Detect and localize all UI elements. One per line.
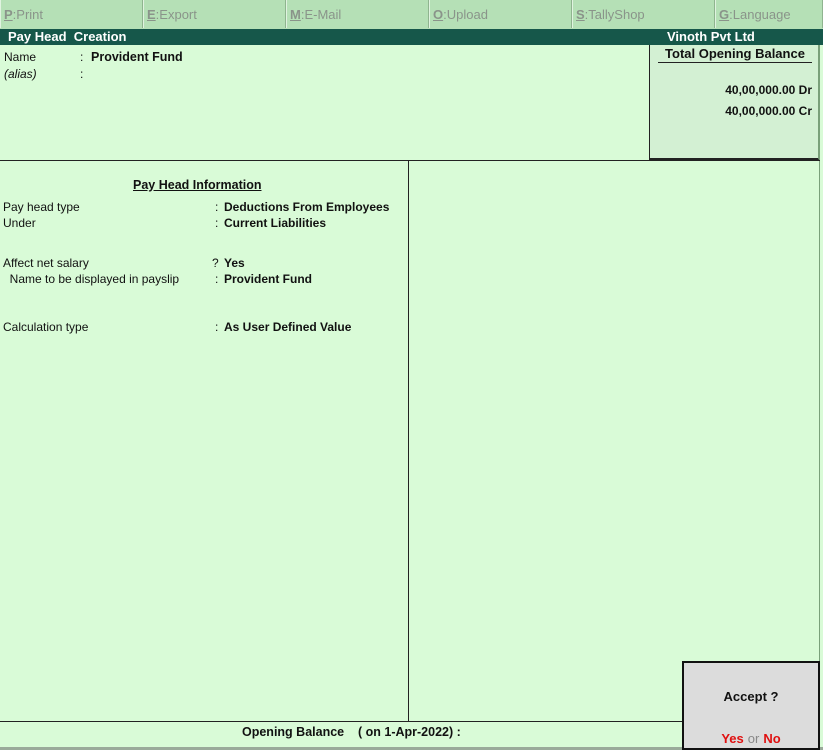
under-label: Under: [3, 216, 36, 230]
header-divider: [0, 160, 820, 161]
language-button[interactable]: G:Language: [715, 0, 823, 28]
tallyshop-button[interactable]: S:TallyShop: [572, 0, 715, 28]
pay-head-type-label: Pay head type: [3, 200, 80, 214]
accept-or-text: or: [747, 731, 760, 746]
calculation-type-separator: :: [215, 320, 219, 334]
accept-no-button[interactable]: No: [763, 731, 780, 746]
language-key: G: [719, 7, 730, 22]
company-name: Vinoth Pvt Ltd: [667, 29, 755, 44]
email-label: E-Mail: [304, 7, 342, 22]
screen-title: Pay Head Creation: [8, 29, 127, 44]
affect-net-salary-label: Affect net salary: [3, 256, 89, 270]
name-label: Name: [4, 50, 37, 64]
tallyshop-key: S: [576, 7, 585, 22]
email-button[interactable]: M:E-Mail: [286, 0, 429, 28]
accept-question: Accept ?: [723, 689, 779, 704]
language-label: Language: [732, 7, 791, 22]
total-opening-balance-panel: Total Opening Balance 40,00,000.00 Dr 40…: [649, 45, 819, 160]
upload-button[interactable]: O:Upload: [429, 0, 572, 28]
affect-net-salary-field[interactable]: Yes: [224, 256, 245, 270]
accept-dialog: Accept ? Yes or No: [682, 661, 820, 750]
under-separator: :: [215, 216, 219, 230]
upload-label: Upload: [446, 7, 488, 22]
right-edge-border: [819, 45, 820, 661]
alias-field[interactable]: [91, 67, 291, 81]
payslip-name-label: Name to be displayed in payslip: [3, 272, 180, 286]
accept-options: Yes or No: [684, 731, 818, 746]
under-field[interactable]: Current Liabilities: [224, 216, 326, 230]
payslip-name-field[interactable]: Provident Fund: [224, 272, 312, 286]
name-field[interactable]: Provident Fund: [91, 50, 183, 64]
total-debit-amount: 40,00,000.00 Dr: [725, 83, 812, 97]
upload-key: O: [433, 7, 444, 22]
export-key: E: [147, 7, 156, 22]
affect-net-salary-separator: ?: [212, 256, 219, 270]
total-opening-balance-title: Total Opening Balance: [658, 46, 812, 63]
name-separator: :: [80, 50, 84, 64]
alias-separator: :: [80, 67, 84, 81]
top-toolbar: P:Print E:Export M:E-Mail O:Upload S:Tal…: [0, 0, 823, 30]
export-button[interactable]: E:Export: [143, 0, 286, 28]
tallyshop-label: TallyShop: [588, 7, 645, 22]
alias-label: (alias): [4, 67, 37, 81]
pay-head-type-separator: :: [215, 200, 219, 214]
print-label: Print: [16, 7, 44, 22]
calculation-type-label: Calculation type: [3, 320, 89, 334]
accept-yes-button[interactable]: Yes: [721, 731, 743, 746]
pay-head-info-title: Pay Head Information: [133, 178, 262, 192]
export-label: Export: [159, 7, 197, 22]
print-button[interactable]: P:Print: [0, 0, 143, 28]
total-credit-amount: 40,00,000.00 Cr: [725, 104, 812, 118]
title-bar: Pay Head Creation Vinoth Pvt Ltd: [0, 29, 823, 45]
calculation-type-field[interactable]: As User Defined Value: [224, 320, 351, 334]
pay-head-type-field[interactable]: Deductions From Employees: [224, 200, 389, 214]
email-key: M: [290, 7, 301, 22]
opening-balance-label: Opening Balance ( on 1-Apr-2022) :: [242, 725, 461, 739]
footer-divider: [0, 721, 683, 722]
column-divider: [408, 160, 409, 721]
print-key: P: [4, 7, 13, 22]
payslip-name-separator: :: [215, 272, 219, 286]
